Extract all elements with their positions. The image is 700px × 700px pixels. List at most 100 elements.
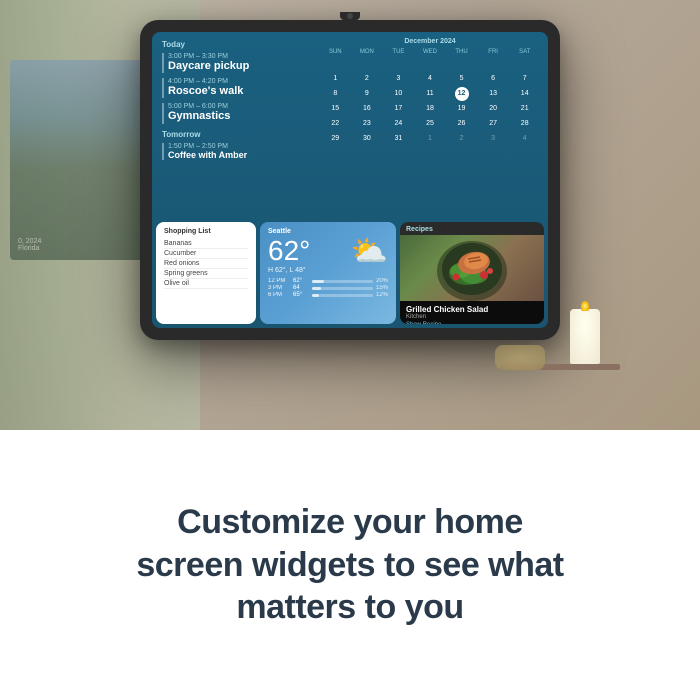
cal-day-13: 13 [478, 87, 509, 101]
cal-day-25: 25 [415, 117, 446, 131]
recipe-link: Show Recipe [406, 322, 538, 324]
event-item-2: 4:00 PM – 4:20 PM Roscoe's walk [162, 78, 302, 98]
cal-day-14: 14 [509, 87, 540, 101]
day-tue: TUE [383, 49, 414, 55]
cal-cell [383, 57, 414, 71]
weather-widget: Seattle ⛅ 62° H 62°, L 48° 12 PM 62° 20% [260, 222, 396, 324]
candle [570, 309, 600, 364]
cal-day-27: 27 [478, 117, 509, 131]
forecast-time-3: 6 PM [268, 292, 290, 298]
tagline-line1: Customize your home [177, 503, 523, 541]
tagline: Customize your home screen widgets to se… [136, 501, 563, 629]
calendar-days-header: SUN MON TUE WED THU FRI SAT [320, 49, 540, 55]
forecast-row-2: 3 PM 64 15% [268, 285, 388, 291]
screen-content: Today 3:00 PM – 3:30 PM Daycare pickup 4… [152, 32, 548, 328]
event-title-1: Daycare pickup [168, 60, 302, 73]
shopping-item-1: Bananas [164, 239, 248, 249]
screen-top-row: Today 3:00 PM – 3:30 PM Daycare pickup 4… [152, 32, 548, 218]
shopping-item-4: Spring greens [164, 269, 248, 279]
cal-day-26: 26 [446, 117, 477, 131]
cal-day-6: 6 [478, 72, 509, 86]
forecast-bar-2 [312, 287, 373, 290]
shopping-title: Shopping List [164, 228, 248, 235]
cal-day-24: 24 [383, 117, 414, 131]
cal-day-29: 29 [320, 132, 351, 146]
tagline-line2: screen widgets to see what [136, 546, 563, 584]
cal-day-22: 22 [320, 117, 351, 131]
cal-day-4: 4 [415, 72, 446, 86]
calendar-panel: December 2024 SUN MON TUE WED THU FRI SA… [312, 32, 548, 218]
event-title-3: Gymnastics [168, 110, 302, 123]
recipe-name: Grilled Chicken Salad [406, 305, 538, 314]
event-title-2: Roscoe's walk [168, 85, 302, 98]
forecast-row-3: 6 PM 65° 12% [268, 292, 388, 298]
calendar-title: December 2024 [320, 38, 540, 45]
candle-flame [581, 301, 589, 311]
cal-cell [509, 57, 540, 71]
cal-day-21: 21 [509, 102, 540, 116]
today-label: Today [162, 40, 302, 49]
food-svg [432, 231, 512, 306]
event-item-3: 5:00 PM – 6:00 PM Gymnastics [162, 103, 302, 123]
food-illustration [400, 235, 544, 301]
shopping-item-3: Red onions [164, 259, 248, 269]
event-time-tomorrow: 1:50 PM – 2:50 PM [168, 143, 302, 150]
tagline-line3: matters to you [236, 588, 463, 626]
cal-cell [415, 57, 446, 71]
cal-day-next-1: 1 [415, 132, 446, 146]
device-frame: Today 3:00 PM – 3:30 PM Daycare pickup 4… [140, 20, 560, 340]
cal-day-3: 3 [383, 72, 414, 86]
recipe-widget: Recipes [400, 222, 544, 324]
calendar-grid: 1 2 3 4 5 6 7 8 9 10 11 12 [320, 57, 540, 146]
day-sun: SUN [320, 49, 351, 55]
cal-day-23: 23 [352, 117, 383, 131]
event-item-1: 3:00 PM – 3:30 PM Daycare pickup [162, 53, 302, 73]
events-panel: Today 3:00 PM – 3:30 PM Daycare pickup 4… [152, 32, 312, 218]
cal-day-20: 20 [478, 102, 509, 116]
cal-day-next-2: 2 [446, 132, 477, 146]
shopping-item-2: Cucumber [164, 249, 248, 259]
day-wed: WED [415, 49, 446, 55]
day-fri: FRI [478, 49, 509, 55]
cal-day-15: 15 [320, 102, 351, 116]
event-title-tomorrow: Coffee with Amber [168, 150, 302, 161]
forecast-time-1: 12 PM [268, 278, 290, 284]
shopping-item-5: Olive oil [164, 279, 248, 289]
cal-day-12-today: 12 [455, 87, 469, 101]
day-sat: SAT [509, 49, 540, 55]
cal-cell [446, 57, 477, 71]
forecast-time-2: 3 PM [268, 285, 290, 291]
cal-day-9: 9 [352, 87, 383, 101]
cal-day-7: 7 [509, 72, 540, 86]
cal-day-28: 28 [509, 117, 540, 131]
widgets-row: Shopping List Bananas Cucumber Red onion… [152, 218, 548, 328]
forecast-percent-3: 12% [376, 292, 388, 298]
cal-cell [320, 57, 351, 71]
forecast-percent-2: 15% [376, 285, 388, 291]
shopping-widget: Shopping List Bananas Cucumber Red onion… [156, 222, 256, 324]
bottom-section: Customize your home screen widgets to se… [0, 430, 700, 700]
cal-day-31: 31 [383, 132, 414, 146]
forecast-temp-3: 65° [293, 292, 309, 298]
cal-day-16: 16 [352, 102, 383, 116]
forecast-temp-1: 62° [293, 278, 309, 284]
recipe-image [400, 235, 544, 301]
weather-icon: ⛅ [351, 234, 388, 269]
weather-high-low: H 62°, L 48° [268, 267, 388, 274]
forecast-percent-1: 20% [376, 278, 388, 284]
forecast-bar-1 [312, 280, 373, 283]
cal-day-10: 10 [383, 87, 414, 101]
event-item-tomorrow: 1:50 PM – 2:50 PM Coffee with Amber [162, 143, 302, 161]
cal-day-5: 5 [446, 72, 477, 86]
cal-day-8: 8 [320, 87, 351, 101]
cal-day-1: 1 [320, 72, 351, 86]
weather-forecast: 12 PM 62° 20% 3 PM 64 15% [268, 278, 388, 298]
forecast-row-1: 12 PM 62° 20% [268, 278, 388, 284]
day-thu: THU [446, 49, 477, 55]
top-section: 0, 2024 Florida Today 3:00 PM – 3:30 PM … [0, 0, 700, 430]
forecast-bar-3 [312, 294, 373, 297]
cal-day-18: 18 [415, 102, 446, 116]
cal-day-19: 19 [446, 102, 477, 116]
cal-day-11: 11 [415, 87, 446, 101]
recipe-source: Kitchen [406, 314, 538, 320]
